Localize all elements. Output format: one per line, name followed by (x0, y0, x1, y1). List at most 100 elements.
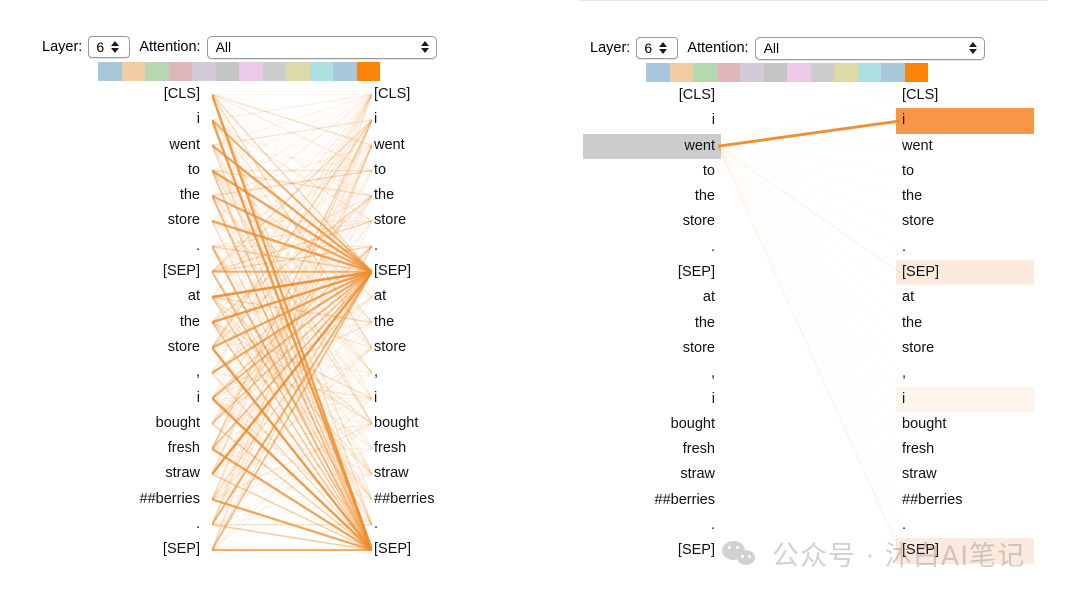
token-right-source-7[interactable]: [SEP] (583, 260, 721, 285)
head-swatch-7[interactable] (262, 62, 286, 81)
token-left-target-5[interactable]: store (368, 208, 504, 233)
token-right-target-3[interactable]: to (896, 159, 1034, 184)
token-left-source-4[interactable]: the (70, 183, 206, 208)
token-left-source-6[interactable]: . (70, 234, 206, 259)
token-left-target-14[interactable]: fresh (368, 436, 504, 461)
token-left-target-7[interactable]: [SEP] (368, 259, 504, 284)
triangle-up-icon[interactable] (659, 42, 668, 47)
triangle-down-icon[interactable] (111, 48, 120, 53)
token-right-source-14[interactable]: fresh (583, 437, 721, 462)
head-swatch-4[interactable] (192, 62, 216, 81)
token-left-source-18[interactable]: [SEP] (70, 537, 206, 562)
token-left-target-17[interactable]: . (368, 512, 504, 537)
token-right-source-18[interactable]: [SEP] (583, 538, 721, 563)
head-swatch-5[interactable] (215, 62, 239, 81)
token-left-source-7[interactable]: [SEP] (70, 259, 206, 284)
token-left-target-15[interactable]: straw (368, 461, 504, 486)
token-right-target-16[interactable]: ##berries (896, 488, 1034, 513)
token-left-source-11[interactable]: , (70, 360, 206, 385)
token-right-target-14[interactable]: fresh (896, 437, 1034, 462)
token-left-target-11[interactable]: , (368, 360, 504, 385)
attention-select[interactable]: All (206, 35, 437, 59)
head-swatch-6[interactable] (787, 63, 811, 82)
token-left-source-2[interactable]: went (70, 133, 206, 158)
head-swatch-8[interactable] (286, 62, 310, 81)
token-left-target-3[interactable]: to (368, 158, 504, 183)
token-left-source-5[interactable]: store (70, 208, 206, 233)
layer-stepper-arrows[interactable] (111, 41, 120, 53)
token-left-target-8[interactable]: at (368, 284, 504, 309)
token-left-target-10[interactable]: store (368, 335, 504, 360)
head-swatch-6[interactable] (239, 62, 263, 81)
attention-select[interactable]: All (754, 36, 985, 60)
token-right-source-12[interactable]: i (583, 387, 721, 412)
token-right-source-9[interactable]: the (583, 311, 721, 336)
head-swatch-7[interactable] (810, 63, 834, 82)
token-right-target-10[interactable]: store (896, 336, 1034, 361)
head-color-swatches-left[interactable] (98, 62, 380, 81)
token-left-source-17[interactable]: . (70, 512, 206, 537)
token-left-target-16[interactable]: ##berries (368, 487, 504, 512)
head-swatch-9[interactable] (309, 62, 333, 81)
token-right-source-4[interactable]: the (583, 184, 721, 209)
updown-arrows-icon[interactable] (420, 40, 429, 53)
token-right-source-5[interactable]: store (583, 209, 721, 234)
head-swatch-11[interactable] (356, 62, 380, 81)
token-right-source-3[interactable]: to (583, 159, 721, 184)
token-right-source-0[interactable]: [CLS] (583, 83, 721, 108)
head-swatch-2[interactable] (693, 63, 717, 82)
token-right-target-7[interactable]: [SEP] (896, 260, 1034, 286)
token-left-target-12[interactable]: i (368, 386, 504, 411)
token-right-source-2[interactable]: went (583, 133, 721, 159)
token-right-source-10[interactable]: store (583, 336, 721, 361)
token-right-source-11[interactable]: , (583, 361, 721, 386)
token-right-source-1[interactable]: i (583, 108, 721, 133)
head-swatch-5[interactable] (763, 63, 787, 82)
token-right-source-8[interactable]: at (583, 285, 721, 310)
token-right-target-18[interactable]: [SEP] (896, 538, 1034, 564)
head-swatch-10[interactable] (881, 63, 905, 82)
token-left-target-0[interactable]: [CLS] (368, 82, 504, 107)
token-left-source-12[interactable]: i (70, 386, 206, 411)
token-left-source-10[interactable]: store (70, 335, 206, 360)
token-right-source-17[interactable]: . (583, 513, 721, 538)
token-left-source-9[interactable]: the (70, 310, 206, 335)
token-right-source-16[interactable]: ##berries (583, 488, 721, 513)
token-right-target-4[interactable]: the (896, 184, 1034, 209)
token-right-target-8[interactable]: at (896, 285, 1034, 310)
head-swatch-11[interactable] (904, 63, 928, 82)
layer-stepper-arrows[interactable] (659, 42, 668, 54)
head-swatch-3[interactable] (168, 62, 192, 81)
head-swatch-0[interactable] (646, 63, 670, 82)
triangle-up-icon[interactable] (111, 41, 120, 46)
token-left-source-8[interactable]: at (70, 284, 206, 309)
head-swatch-0[interactable] (98, 62, 122, 81)
token-left-target-18[interactable]: [SEP] (368, 537, 504, 562)
token-left-source-3[interactable]: to (70, 158, 206, 183)
triangle-down-icon[interactable] (659, 49, 668, 54)
token-right-target-0[interactable]: [CLS] (896, 83, 1034, 108)
token-left-source-14[interactable]: fresh (70, 436, 206, 461)
token-right-source-13[interactable]: bought (583, 412, 721, 437)
token-left-target-6[interactable]: . (368, 234, 504, 259)
token-right-source-15[interactable]: straw (583, 462, 721, 487)
token-right-target-17[interactable]: . (896, 513, 1034, 538)
token-left-target-1[interactable]: i (368, 107, 504, 132)
token-left-target-2[interactable]: went (368, 133, 504, 158)
token-right-target-9[interactable]: the (896, 311, 1034, 336)
token-left-target-9[interactable]: the (368, 310, 504, 335)
token-right-source-6[interactable]: . (583, 235, 721, 260)
head-color-swatches-right[interactable] (646, 63, 928, 82)
token-left-source-0[interactable]: [CLS] (70, 82, 206, 107)
token-right-target-6[interactable]: . (896, 235, 1034, 260)
head-swatch-1[interactable] (669, 63, 693, 82)
token-right-target-1[interactable]: i (896, 108, 1034, 134)
token-left-source-13[interactable]: bought (70, 411, 206, 436)
head-swatch-3[interactable] (716, 63, 740, 82)
token-left-target-13[interactable]: bought (368, 411, 504, 436)
head-swatch-8[interactable] (834, 63, 858, 82)
layer-stepper[interactable]: 6 (636, 37, 679, 59)
token-right-target-5[interactable]: store (896, 209, 1034, 234)
token-right-target-12[interactable]: i (896, 386, 1034, 412)
token-left-source-1[interactable]: i (70, 107, 206, 132)
